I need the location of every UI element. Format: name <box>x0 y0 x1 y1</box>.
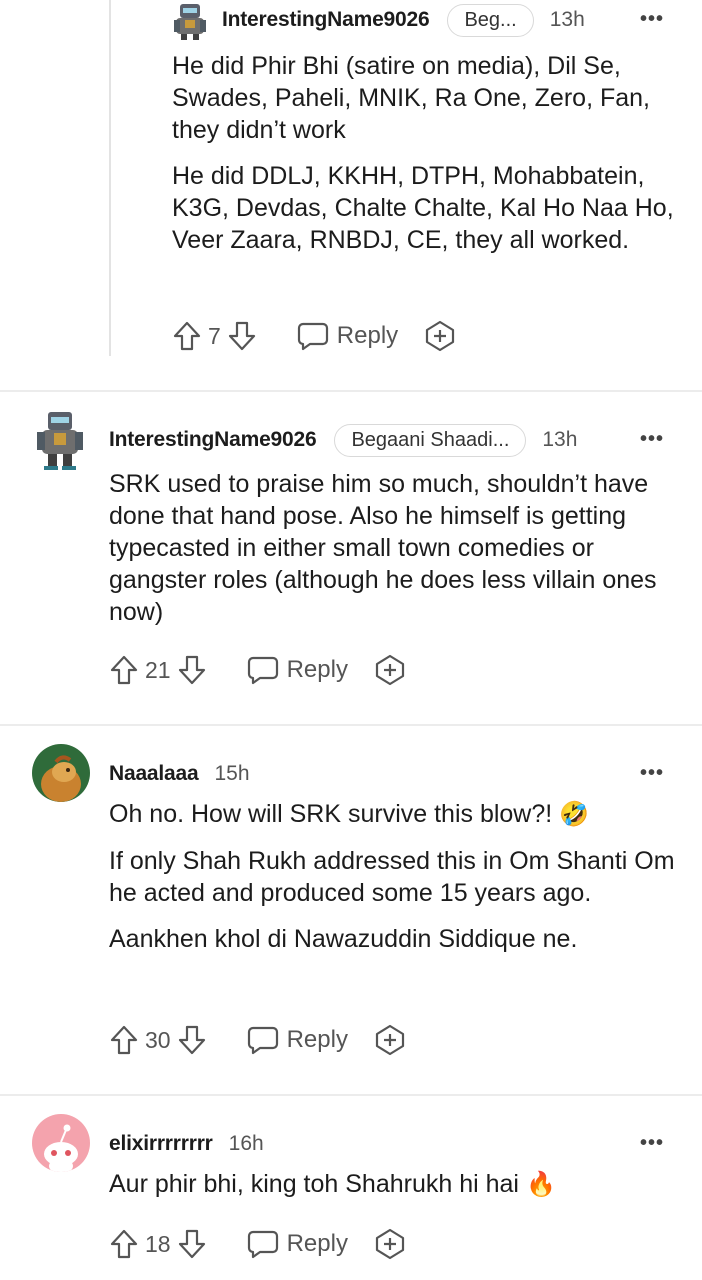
comment-header: InterestingName9026 Begaani Shaadi... 13… <box>109 420 577 460</box>
comment-divider <box>0 390 702 392</box>
timestamp: 13h <box>542 428 578 451</box>
comment-body: SRK used to praise him so much, shouldn’… <box>109 468 679 642</box>
timestamp: 15h <box>214 762 250 785</box>
award-icon[interactable] <box>424 320 456 352</box>
reply-button[interactable]: Reply <box>297 321 398 351</box>
reply-button[interactable]: Reply <box>247 1025 348 1055</box>
comment-divider <box>0 1094 702 1096</box>
comment-header: elixirrrrrrrr 16h <box>109 1124 264 1164</box>
timestamp: 13h <box>549 8 585 31</box>
user-flair[interactable]: Begaani Shaadi... <box>334 423 527 457</box>
comment-actions: 30 Reply <box>109 1018 406 1062</box>
vote-score: 18 <box>145 1230 171 1257</box>
comment-actions: 7 Reply <box>172 314 456 358</box>
reply-label: Reply <box>286 1230 348 1257</box>
reply-label: Reply <box>286 656 348 683</box>
vote-score: 21 <box>145 656 171 683</box>
comment-paragraph: Aankhen khol di Nawazuddin Siddique ne. <box>109 925 578 953</box>
vote-score: 7 <box>208 322 221 349</box>
award-icon[interactable] <box>374 1024 406 1056</box>
fire-emoji-icon: 🔥 <box>525 1171 556 1198</box>
comment-divider <box>0 724 702 726</box>
downvote-icon[interactable] <box>177 654 207 686</box>
reply-bubble-icon <box>247 1026 278 1055</box>
rofl-emoji-icon: 🤣 <box>559 801 590 828</box>
comment-header: Naaalaaa 15h <box>109 754 250 794</box>
comment-body: Oh no. How will SRK survive this blow?! … <box>109 798 679 969</box>
comment-actions: 18 Reply <box>109 1222 406 1266</box>
more-options-icon[interactable]: ••• <box>640 428 664 451</box>
snoo-avatar-icon[interactable] <box>32 1114 90 1172</box>
downvote-icon[interactable] <box>177 1024 207 1056</box>
vote-score: 30 <box>145 1026 171 1053</box>
reply-button[interactable]: Reply <box>247 655 348 685</box>
comment-paragraph: Aur phir bhi, king toh Shahrukh hi hai 🔥 <box>109 1168 679 1201</box>
robot-avatar-icon[interactable] <box>36 410 84 470</box>
comment-text: Aur phir bhi, king toh Shahrukh hi hai <box>109 1170 519 1198</box>
username[interactable]: InterestingName9026 <box>109 428 317 452</box>
comment-paragraph: He did DDLJ, KKHH, DTPH, Mohabbatein, K3… <box>172 162 674 254</box>
thread-line <box>109 0 111 356</box>
username[interactable]: elixirrrrrrrr <box>109 1132 213 1156</box>
comment-text: Oh no. How will SRK survive this blow?! <box>109 800 553 828</box>
reply-label: Reply <box>286 1026 348 1053</box>
downvote-icon[interactable] <box>177 1228 207 1260</box>
upvote-icon[interactable] <box>109 654 139 686</box>
robot-avatar-icon[interactable] <box>172 2 208 40</box>
reply-button[interactable]: Reply <box>247 1229 348 1259</box>
comment-paragraph: Oh no. How will SRK survive this blow?! … <box>109 798 679 831</box>
comment-actions: 21 Reply <box>109 648 406 692</box>
username[interactable]: Naaalaaa <box>109 762 199 786</box>
reply-bubble-icon <box>247 1230 278 1259</box>
reply-bubble-icon <box>297 322 328 351</box>
comment-body: Aur phir bhi, king toh Shahrukh hi hai 🔥 <box>109 1168 679 1215</box>
award-icon[interactable] <box>374 1228 406 1260</box>
upvote-icon[interactable] <box>172 320 202 352</box>
comment-header: InterestingName9026 Beg... 13h <box>222 0 585 40</box>
more-options-icon[interactable]: ••• <box>640 762 664 785</box>
upvote-icon[interactable] <box>109 1024 139 1056</box>
downvote-icon[interactable] <box>227 320 257 352</box>
award-icon[interactable] <box>374 654 406 686</box>
timestamp: 16h <box>228 1132 264 1155</box>
username[interactable]: InterestingName9026 <box>222 8 430 32</box>
more-options-icon[interactable]: ••• <box>640 8 664 31</box>
more-options-icon[interactable]: ••• <box>640 1132 664 1155</box>
comment-body: He did Phir Bhi (satire on media), Dil S… <box>172 50 682 270</box>
lion-avatar-icon[interactable] <box>32 744 90 802</box>
comment-paragraph: He did Phir Bhi (satire on media), Dil S… <box>172 52 650 144</box>
comment-paragraph: SRK used to praise him so much, shouldn’… <box>109 470 657 626</box>
reply-bubble-icon <box>247 656 278 685</box>
user-flair[interactable]: Beg... <box>447 3 534 37</box>
upvote-icon[interactable] <box>109 1228 139 1260</box>
reply-label: Reply <box>336 322 399 349</box>
comment-paragraph: If only Shah Rukh addressed this in Om S… <box>109 847 675 907</box>
